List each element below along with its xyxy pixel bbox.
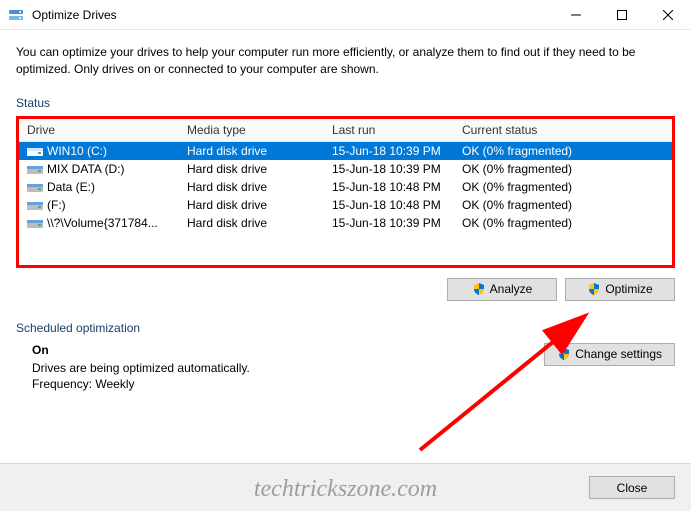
drive-icon <box>27 217 43 229</box>
table-row[interactable]: MIX DATA (D:)Hard disk drive15-Jun-18 10… <box>19 160 672 178</box>
table-row[interactable]: \\?\Volume{371784...Hard disk drive15-Ju… <box>19 214 672 232</box>
window-controls <box>553 0 691 30</box>
minimize-button[interactable] <box>553 0 599 30</box>
app-icon <box>8 7 24 23</box>
drive-table[interactable]: Drive Media type Last run Current status… <box>19 119 672 232</box>
cell-lastrun: 15-Jun-18 10:39 PM <box>324 141 454 160</box>
sched-line2: Frequency: Weekly <box>32 377 544 391</box>
analyze-button[interactable]: Analyze <box>447 278 557 301</box>
cell-media: Hard disk drive <box>179 178 324 196</box>
cell-status: OK (0% fragmented) <box>454 196 672 214</box>
change-label: Change settings <box>575 347 662 361</box>
cell-drive: MIX DATA (D:) <box>19 160 179 178</box>
footer: Close <box>0 463 691 511</box>
col-media[interactable]: Media type <box>179 119 324 142</box>
shield-icon <box>557 347 571 361</box>
analyze-label: Analyze <box>490 282 533 296</box>
cell-lastrun: 15-Jun-18 10:48 PM <box>324 196 454 214</box>
cell-drive: (F:) <box>19 196 179 214</box>
table-row[interactable]: WIN10 (C:)Hard disk drive15-Jun-18 10:39… <box>19 141 672 160</box>
optimize-label: Optimize <box>605 282 652 296</box>
table-row[interactable]: (F:)Hard disk drive15-Jun-18 10:48 PMOK … <box>19 196 672 214</box>
sched-on: On <box>32 343 544 357</box>
maximize-button[interactable] <box>599 0 645 30</box>
col-drive[interactable]: Drive <box>19 119 179 142</box>
drive-icon <box>27 199 43 211</box>
content-area: You can optimize your drives to help you… <box>0 30 691 403</box>
cell-media: Hard disk drive <box>179 196 324 214</box>
description-text: You can optimize your drives to help you… <box>16 44 675 78</box>
action-buttons: Analyze Optimize <box>16 278 675 301</box>
cell-status: OK (0% fragmented) <box>454 160 672 178</box>
cell-media: Hard disk drive <box>179 160 324 178</box>
cell-status: OK (0% fragmented) <box>454 214 672 232</box>
cell-drive: Data (E:) <box>19 178 179 196</box>
col-lastrun[interactable]: Last run <box>324 119 454 142</box>
cell-status: OK (0% fragmented) <box>454 178 672 196</box>
drive-icon <box>27 163 43 175</box>
cell-lastrun: 15-Jun-18 10:48 PM <box>324 178 454 196</box>
table-row[interactable]: Data (E:)Hard disk drive15-Jun-18 10:48 … <box>19 178 672 196</box>
cell-lastrun: 15-Jun-18 10:39 PM <box>324 214 454 232</box>
cell-drive: WIN10 (C:) <box>19 141 179 160</box>
sched-line1: Drives are being optimized automatically… <box>32 361 544 375</box>
status-label: Status <box>16 96 675 110</box>
cell-status: OK (0% fragmented) <box>454 141 672 160</box>
close-button[interactable] <box>645 0 691 30</box>
drive-list-container: Drive Media type Last run Current status… <box>16 116 675 268</box>
drive-icon <box>27 181 43 193</box>
sched-info: On Drives are being optimized automatica… <box>16 343 544 393</box>
cell-media: Hard disk drive <box>179 141 324 160</box>
titlebar: Optimize Drives <box>0 0 691 30</box>
drive-icon <box>27 145 43 157</box>
shield-icon <box>587 282 601 296</box>
close-label: Close <box>617 481 648 495</box>
change-settings-button[interactable]: Change settings <box>544 343 675 366</box>
table-header-row: Drive Media type Last run Current status <box>19 119 672 142</box>
close-dialog-button[interactable]: Close <box>589 476 675 499</box>
cell-media: Hard disk drive <box>179 214 324 232</box>
window-title: Optimize Drives <box>32 8 553 22</box>
cell-lastrun: 15-Jun-18 10:39 PM <box>324 160 454 178</box>
optimize-button[interactable]: Optimize <box>565 278 675 301</box>
col-status[interactable]: Current status <box>454 119 672 142</box>
scheduled-optimization: Scheduled optimization On Drives are bei… <box>16 321 675 393</box>
cell-drive: \\?\Volume{371784... <box>19 214 179 232</box>
shield-icon <box>472 282 486 296</box>
sched-header: Scheduled optimization <box>16 321 675 335</box>
